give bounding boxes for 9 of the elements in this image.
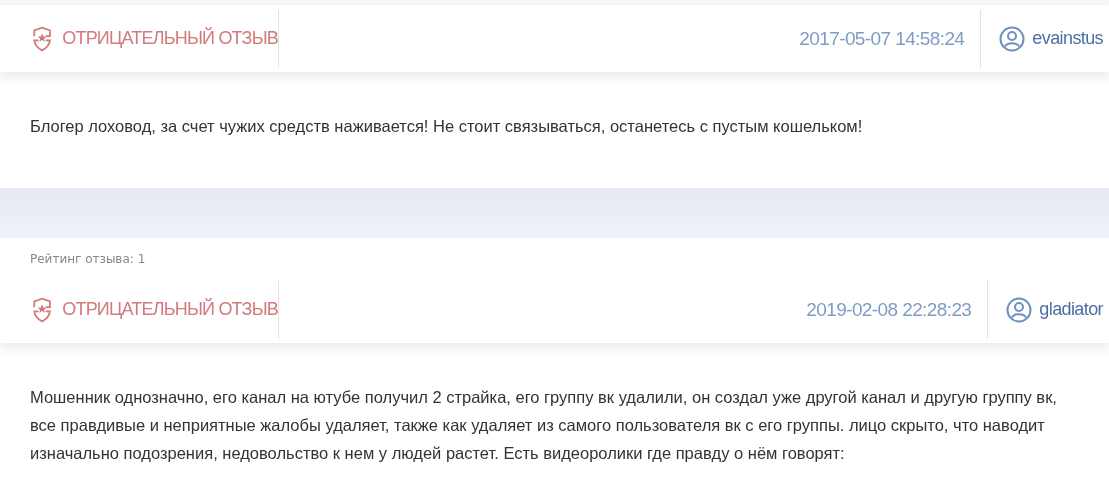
review-date: 2019-02-08 22:28:23 xyxy=(806,280,989,339)
review-type-label: ОТРИЦАТЕЛЬНЫЙ ОТЗЫВ xyxy=(62,28,278,49)
review-type-label: ОТРИЦАТЕЛЬНЫЙ ОТЗЫВ xyxy=(62,299,278,320)
user-icon xyxy=(999,25,1026,52)
author-link[interactable]: gladiator xyxy=(1039,299,1103,320)
review-date: 2017-05-07 14:58:24 xyxy=(799,9,982,68)
author-link[interactable]: evainstus xyxy=(1032,28,1103,49)
user-icon xyxy=(1006,296,1033,323)
review-rating: Рейтинг отзыва: 1 xyxy=(30,252,146,266)
